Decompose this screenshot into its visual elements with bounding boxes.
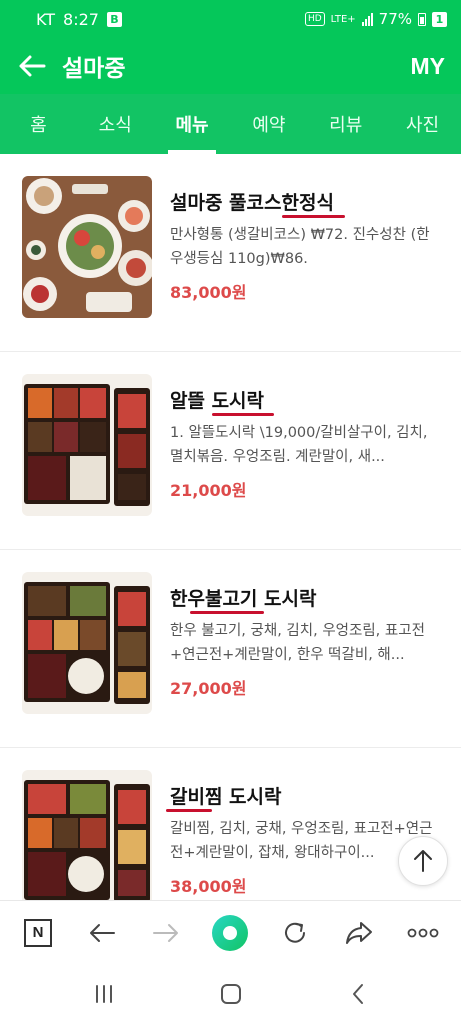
menu-item-photo[interactable] <box>22 572 152 714</box>
highlight-underline <box>212 413 274 416</box>
menu-item-name: 알뜰 도시락 <box>170 386 274 416</box>
clock-time: 8:27 <box>63 9 99 29</box>
menu-list: 설마중 풀코스한정식 만사형통 (생갈비코스) ₩72. 진수성찬 (한우생등심… <box>0 154 461 900</box>
browser-back-button[interactable] <box>76 907 128 959</box>
browser-forward-button[interactable] <box>140 907 192 959</box>
forward-icon <box>153 923 179 942</box>
menu-item-price: 27,000원 <box>170 679 247 698</box>
menu-item[interactable]: 설마중 풀코스한정식 만사형통 (생갈비코스) ₩72. 진수성찬 (한우생등심… <box>0 154 461 352</box>
menu-item-description: 1. 알뜰도시락 \19,000/갈비살구이, 김치, 멸치볶음. 우엉조림. … <box>170 425 428 465</box>
app-header: 설마중 MY <box>0 38 461 94</box>
menu-item-photo[interactable] <box>22 770 152 900</box>
tab-reservation[interactable]: 예약 <box>230 94 307 154</box>
menu-item[interactable]: 한우불고기 도시락 한우 불고기, 궁채, 김치, 우엉조림, 표고전+연근전+… <box>0 550 461 748</box>
tab-photos[interactable]: 사진 <box>384 94 461 154</box>
arrow-up-icon <box>414 850 432 872</box>
menu-item-name: 한우불고기 도시락 <box>170 584 316 614</box>
carrier-label: KT <box>36 9 56 29</box>
more-button[interactable] <box>397 907 449 959</box>
refresh-icon <box>284 922 305 943</box>
naver-n-icon: N <box>24 918 53 947</box>
refresh-button[interactable] <box>269 907 321 959</box>
home-icon <box>220 984 241 1004</box>
menu-item-info: 알뜰 도시락 1. 알뜰도시락 \19,000/갈비살구이, 김치, 멸치볶음.… <box>170 374 439 549</box>
menu-item-price: 38,000원 <box>170 877 247 896</box>
back-icon <box>90 923 116 942</box>
tab-bar: 홈 소식 메뉴 예약 리뷰 사진 <box>0 94 461 154</box>
chevron-left-icon <box>352 984 363 1004</box>
naver-home-button[interactable]: N <box>12 907 64 959</box>
signal-icon <box>361 12 373 26</box>
menu-item-name: 갈비찜 도시락 <box>166 782 282 812</box>
menu-item-description: 한우 불고기, 궁채, 김치, 우엉조림, 표고전+연근전+계란말이, 한우 떡… <box>170 623 425 663</box>
menu-item-description: 만사형통 (생갈비코스) ₩72. 진수성찬 (한우생등심 110g)₩86. <box>170 227 430 267</box>
battery-icon <box>418 12 426 26</box>
battery-percent: 77% <box>378 10 412 28</box>
recent-apps-button[interactable] <box>78 968 130 1020</box>
tab-home[interactable]: 홈 <box>0 94 77 154</box>
menu-item-info: 한우불고기 도시락 한우 불고기, 궁채, 김치, 우엉조림, 표고전+연근전+… <box>170 572 439 747</box>
menu-item-price: 21,000원 <box>170 481 247 500</box>
home-button[interactable] <box>205 968 257 1020</box>
menu-item-name: 설마중 풀코스한정식 <box>170 188 345 218</box>
menu-item-photo[interactable] <box>22 374 152 516</box>
browser-toolbar: N <box>0 900 461 964</box>
menu-item-info: 갈비찜 도시락 갈비찜, 김치, 궁채, 우엉조림, 표고전+연근전+계란말이,… <box>166 770 439 900</box>
page-title: 설마중 <box>62 56 126 82</box>
recent-apps-icon <box>95 985 112 1003</box>
carrier-app-icon: B <box>106 11 122 27</box>
sim-icon: 1 <box>432 11 447 27</box>
highlight-underline <box>282 215 345 218</box>
more-icon <box>407 928 439 937</box>
green-dot-button[interactable] <box>204 907 256 959</box>
menu-item-photo[interactable] <box>22 176 152 318</box>
highlight-underline <box>166 809 212 812</box>
menu-item-price: 83,000원 <box>170 283 247 302</box>
tab-menu[interactable]: 메뉴 <box>154 94 231 154</box>
share-button[interactable] <box>333 907 385 959</box>
back-arrow-icon[interactable] <box>16 50 48 82</box>
scroll-to-top-button[interactable] <box>398 836 448 886</box>
tab-reviews[interactable]: 리뷰 <box>307 94 384 154</box>
my-button[interactable]: MY <box>411 53 446 80</box>
green-dot-icon <box>212 914 249 951</box>
network-type: LTE+ <box>330 13 356 25</box>
menu-item[interactable]: 갈비찜 도시락 갈비찜, 김치, 궁채, 우엉조림, 표고전+연근전+계란말이,… <box>0 748 461 900</box>
system-back-button[interactable] <box>332 968 384 1020</box>
hd-voice-icon: HD <box>304 12 325 26</box>
system-nav-bar <box>0 964 461 1024</box>
menu-item[interactable]: 알뜰 도시락 1. 알뜰도시락 \19,000/갈비살구이, 김치, 멸치볶음.… <box>0 352 461 550</box>
menu-item-info: 설마중 풀코스한정식 만사형통 (생갈비코스) ₩72. 진수성찬 (한우생등심… <box>170 176 439 351</box>
status-bar: KT 8:27 B HD LTE+ 77% 1 <box>0 0 461 38</box>
highlight-underline <box>190 611 264 614</box>
share-icon <box>345 921 372 944</box>
tab-news[interactable]: 소식 <box>77 94 154 154</box>
